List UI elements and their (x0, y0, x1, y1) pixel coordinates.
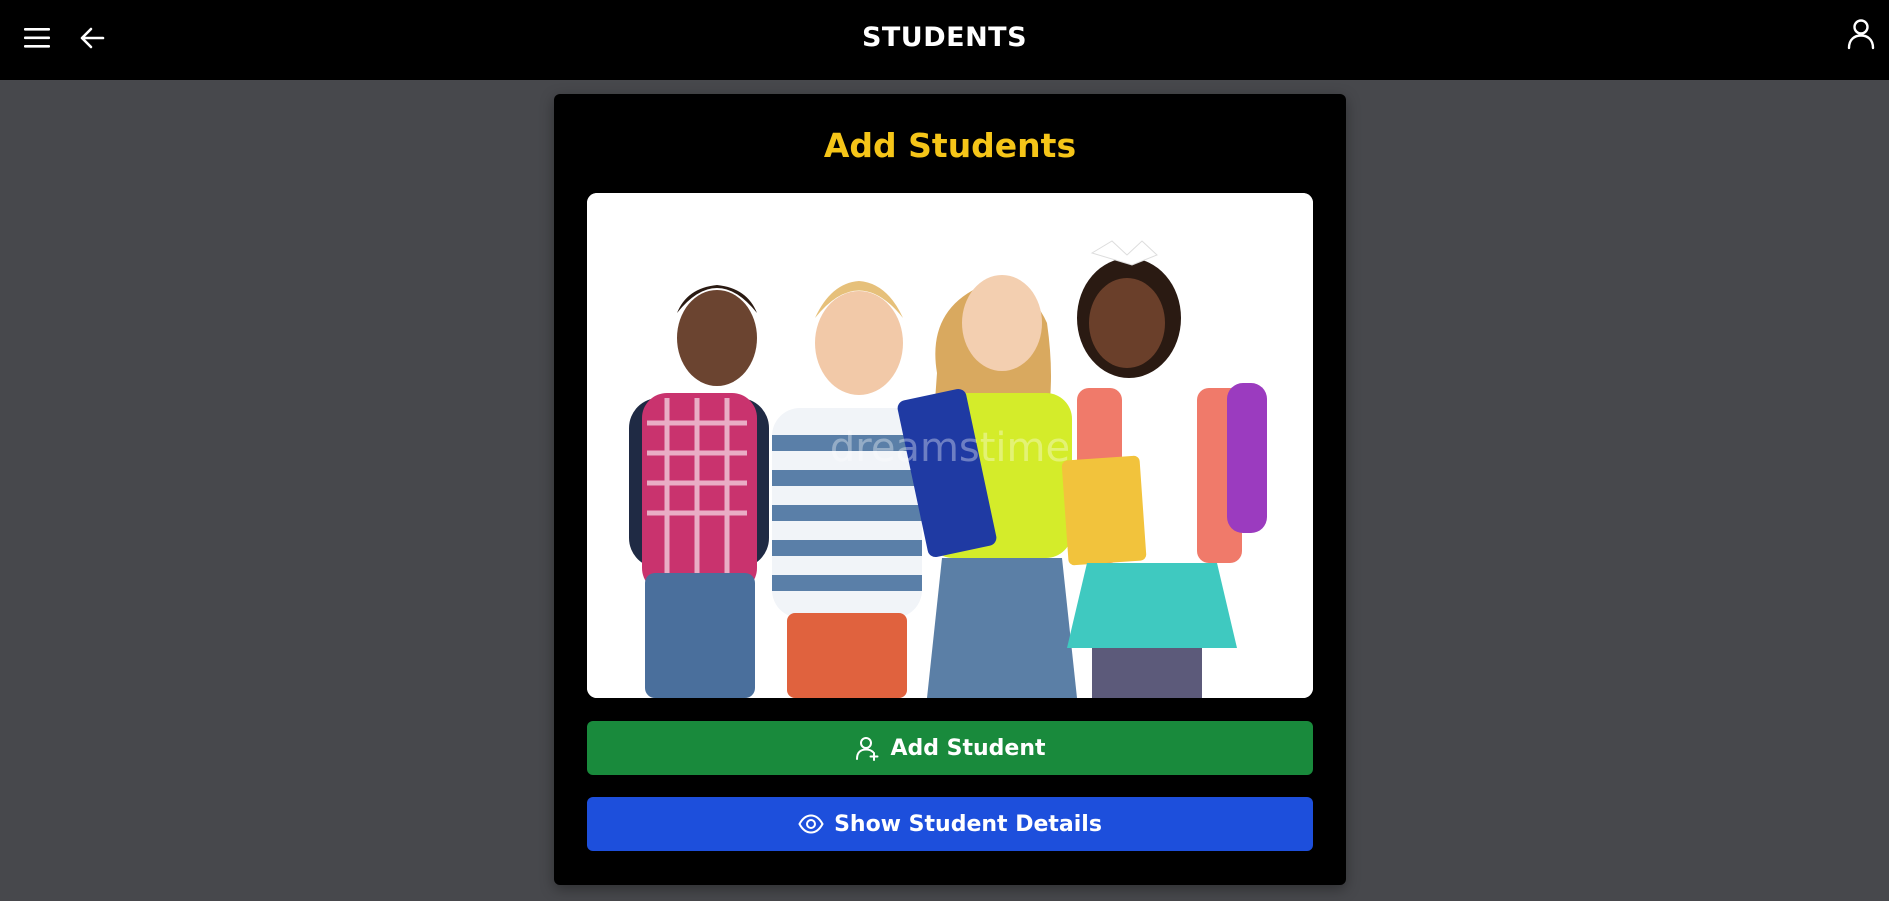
hamburger-menu-icon[interactable] (22, 26, 52, 50)
user-icon[interactable] (1846, 18, 1876, 50)
top-app-bar: STUDENTS (0, 0, 1889, 80)
photo-watermark: dreamstime (830, 425, 1070, 471)
arrow-left-icon[interactable] (78, 24, 106, 52)
add-student-button[interactable]: Add Student (587, 721, 1313, 775)
show-student-details-label: Show Student Details (834, 811, 1102, 837)
students-photo: dreamstime (587, 193, 1313, 698)
eye-icon (798, 811, 824, 837)
page-title: STUDENTS (861, 22, 1028, 53)
show-student-details-button[interactable]: Show Student Details (587, 797, 1313, 851)
add-students-card: Add Students dreamstime Add Student Show… (554, 94, 1346, 885)
card-title: Add Students (823, 126, 1077, 165)
user-plus-icon (854, 735, 880, 761)
add-student-label: Add Student (890, 735, 1046, 761)
